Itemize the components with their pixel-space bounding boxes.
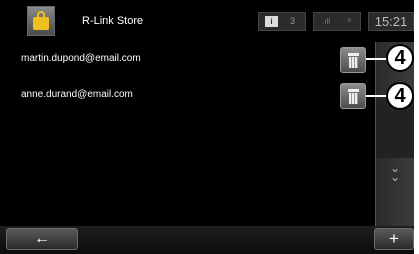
app-title: R-Link Store [82, 15, 144, 27]
delete-account-button[interactable] [340, 47, 366, 73]
trash-icon-body [349, 57, 358, 68]
scroll-down-icon[interactable]: ⌄ ⌄ [376, 162, 414, 184]
add-account-button[interactable]: + [374, 228, 414, 250]
account-email: martin.dupond@email.com [21, 53, 141, 64]
signal-mark: × [347, 16, 352, 25]
account-email: anne.durand@email.com [21, 89, 133, 100]
clock: 15:21 [368, 12, 414, 31]
trash-icon-body [349, 93, 358, 104]
delete-account-button[interactable] [340, 83, 366, 109]
callout-number: 4 [386, 44, 414, 72]
bag-body [33, 17, 49, 30]
account-row[interactable]: anne.durand@email.com [0, 82, 375, 110]
message-count: 3 [290, 16, 296, 26]
footer-bar: ← + [0, 226, 414, 254]
message-icon: i [265, 16, 278, 27]
trash-icon [348, 53, 359, 56]
chevron-down-icon: ⌄ [389, 170, 401, 184]
signal-status: .ıll × [313, 12, 361, 31]
back-button[interactable]: ← [6, 228, 78, 250]
shopping-bag-icon [27, 6, 55, 36]
trash-icon [348, 89, 359, 92]
callout-leader-line [366, 95, 388, 97]
header-bar: R-Link Store i 3 .ıll × 15:21 [0, 0, 414, 42]
callout-leader-line [366, 58, 388, 60]
signal-bars-icon: .ıll [322, 17, 330, 26]
account-row[interactable]: martin.dupond@email.com [0, 46, 375, 74]
message-status[interactable]: i 3 [258, 12, 306, 31]
r-link-screen: R-Link Store i 3 .ıll × 15:21 martin.dup… [0, 0, 414, 254]
callout-number: 4 [386, 82, 414, 110]
